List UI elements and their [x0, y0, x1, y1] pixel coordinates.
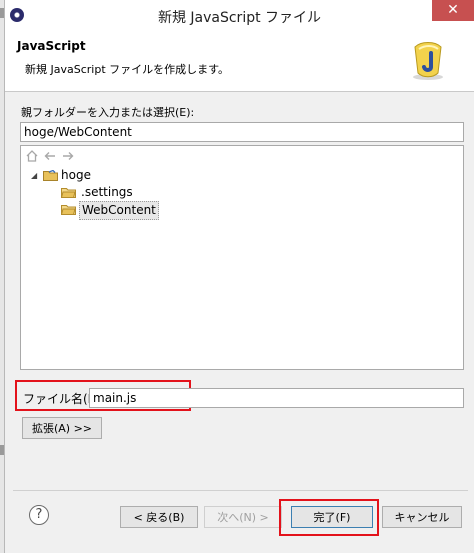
back-arrow-icon[interactable] [43, 149, 57, 163]
title-bar[interactable]: 新規 JavaScript ファイル ✕ [5, 0, 474, 32]
home-icon[interactable] [25, 149, 39, 163]
wizard-description: 新規 JavaScript ファイルを作成します。 [25, 63, 230, 76]
tree-item-label: WebContent [79, 201, 159, 220]
next-button[interactable]: 次へ(N) > [204, 506, 282, 528]
back-button[interactable]: < 戻る(B) [120, 506, 198, 528]
new-javascript-file-dialog: 新規 JavaScript ファイル ✕ JavaScript 新規 JavaS… [4, 0, 474, 553]
folder-tree[interactable]: ◢ hoge .settings WebContent [20, 145, 464, 370]
project-folder-icon [43, 170, 58, 181]
folder-icon [61, 188, 76, 198]
wizard-title: JavaScript [17, 39, 86, 53]
tree-item-label: hoge [61, 168, 91, 182]
forward-arrow-icon[interactable] [61, 149, 75, 163]
expand-toggle-icon[interactable]: ◢ [31, 167, 37, 184]
finish-highlight [279, 499, 379, 536]
parent-folder-label: 親フォルダーを入力または選択(E): [21, 106, 195, 119]
folder-icon [61, 205, 76, 215]
button-bar-separator [13, 490, 468, 491]
wizard-header: JavaScript 新規 JavaScript ファイルを作成します。 [5, 31, 474, 92]
help-icon[interactable]: ? [29, 505, 49, 525]
file-name-input[interactable]: main.js [89, 388, 464, 408]
close-button[interactable]: ✕ [432, 0, 474, 21]
tree-item-label: .settings [81, 185, 133, 199]
parent-folder-input[interactable]: hoge/WebContent [20, 122, 464, 142]
javascript-wizard-icon [413, 42, 443, 80]
cancel-button[interactable]: キャンセル [382, 506, 462, 528]
advanced-button[interactable]: 拡張(A) >> [22, 417, 102, 439]
window-title: 新規 JavaScript ファイル [157, 10, 322, 26]
